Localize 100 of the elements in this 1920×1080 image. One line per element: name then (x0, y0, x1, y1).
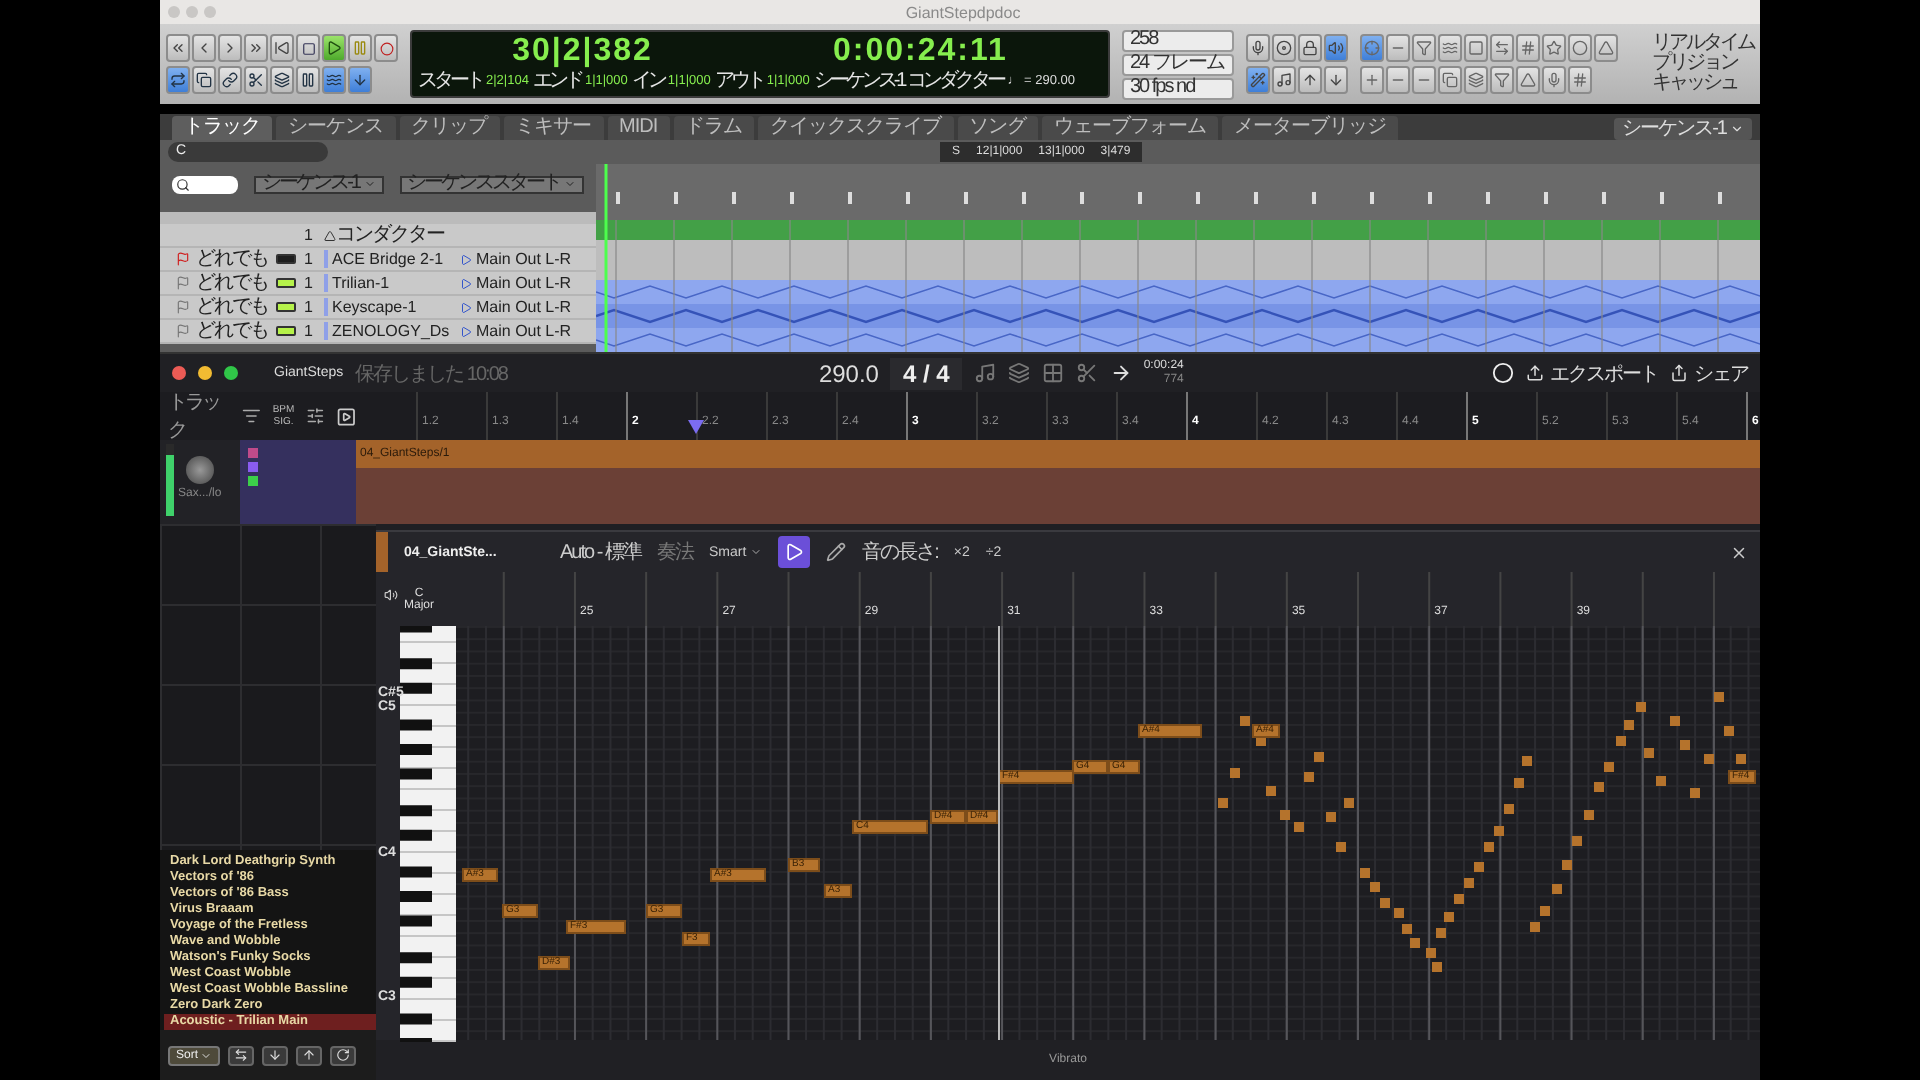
down-button[interactable] (262, 1045, 289, 1065)
track-row[interactable]: どれでも 1 Trilian-1 Main Out L-R (160, 272, 596, 296)
circle-icon[interactable] (1492, 362, 1514, 384)
flag-icon[interactable] (176, 324, 190, 338)
toolbar-button[interactable] (1272, 66, 1296, 94)
track-row[interactable]: どれでも 1 ZENOLOGY_Ds Main Out L-R (160, 320, 596, 344)
toolbar-button[interactable] (1324, 34, 1348, 62)
play-button[interactable] (322, 34, 346, 62)
toolbar-button[interactable] (1490, 34, 1514, 62)
toolbar-button[interactable] (1490, 66, 1514, 94)
output-label[interactable]: Main Out L-R (476, 250, 572, 268)
toolbar-button[interactable] (1464, 66, 1488, 94)
tab[interactable]: クイックスクライブ (758, 116, 954, 140)
toolbar-button[interactable] (1438, 34, 1462, 62)
pencil-icon[interactable] (826, 542, 847, 562)
toolbar-button[interactable] (1272, 34, 1296, 62)
toolbar-button[interactable] (1246, 34, 1270, 62)
toolbar-button[interactable] (296, 66, 320, 94)
close-button[interactable] (1730, 543, 1748, 561)
output-label[interactable]: Main Out L-R (476, 274, 572, 292)
time-signature[interactable]: 4 / 4 (890, 357, 962, 389)
flag-icon[interactable] (176, 300, 190, 314)
fast-forward-button[interactable] (244, 34, 268, 62)
input-label[interactable]: どれでも (196, 296, 268, 318)
sequence-menu[interactable]: シーケンス-1 (813, 70, 904, 92)
flag-icon[interactable] (176, 276, 190, 290)
timeline-drawing[interactable] (596, 164, 1760, 352)
list-icon[interactable] (241, 406, 261, 426)
pointer-tool-button[interactable] (778, 536, 811, 568)
track-row[interactable]: どれでも 1 Keyscape-1 Main Out L-R (160, 296, 596, 320)
playhead-marker-icon[interactable] (688, 420, 704, 434)
record-button[interactable] (374, 34, 398, 62)
play-square-icon[interactable] (335, 405, 356, 427)
refresh-button[interactable] (330, 1045, 357, 1065)
stop-button[interactable] (296, 34, 320, 62)
piano-keyboard-drawing[interactable] (400, 626, 456, 1042)
track-name[interactable]: コンダクター (336, 224, 444, 246)
toolbar-button[interactable] (1438, 66, 1462, 94)
layers-icon[interactable] (1007, 362, 1030, 384)
toolbar-button[interactable] (1568, 34, 1592, 62)
arrow-right-icon[interactable] (1109, 362, 1132, 384)
toolbar-button[interactable] (1324, 66, 1348, 94)
track-row[interactable]: どれでも 1 ACE Bridge 2-1 Main Out L-R (160, 248, 596, 272)
maximize-window-icon[interactable] (224, 366, 238, 380)
mode-dropdown[interactable]: Auto - 標準 (560, 538, 641, 566)
settings-field[interactable]: 24 フレーム (1122, 53, 1234, 75)
export-button[interactable]: エクスポート (1526, 359, 1658, 387)
settings-field[interactable]: 258 (1122, 29, 1234, 51)
toolbar-button[interactable] (244, 66, 268, 94)
toolbar-button[interactable] (1298, 66, 1322, 94)
scissors-icon[interactable] (1075, 362, 1098, 384)
track-name[interactable]: ZENOLOGY_Ds (332, 322, 450, 340)
tab[interactable]: MIDI (607, 116, 670, 140)
toolbar-button[interactable] (1542, 34, 1566, 62)
toolbar-button[interactable] (1412, 34, 1436, 62)
sequence-menu[interactable]: シーケンス-1 (1614, 118, 1752, 140)
toolbar-button[interactable] (218, 66, 242, 94)
rewind-button[interactable] (166, 34, 190, 62)
pause-button[interactable] (348, 34, 372, 62)
tab[interactable]: ソング (957, 116, 1039, 140)
input-label[interactable]: どれでも (196, 248, 268, 270)
toolbar-button[interactable] (1298, 34, 1322, 62)
toolbar-button[interactable] (1246, 66, 1270, 94)
tab[interactable]: ミキサー (503, 116, 603, 140)
tab[interactable]: ドラム (673, 116, 755, 140)
track-row[interactable]: 1 コンダクター (160, 224, 596, 248)
toolbar-button[interactable] (322, 66, 346, 94)
toolbar-button[interactable] (1568, 66, 1592, 94)
tab[interactable]: ウェーブフォーム (1042, 116, 1219, 140)
output-label[interactable]: Main Out L-R (476, 322, 572, 340)
grid-icon[interactable] (1041, 362, 1064, 384)
track-name[interactable]: ACE Bridge 2-1 (332, 250, 444, 268)
tab[interactable]: シーケンス (276, 116, 395, 140)
toolbar-button[interactable] (166, 66, 190, 94)
filter-dropdown[interactable]: シーケンス-1 (254, 175, 383, 193)
settings-field[interactable]: 30 fps nd (1122, 77, 1234, 99)
instrument-avatar[interactable] (185, 456, 214, 484)
track-name[interactable]: Trilian-1 (332, 274, 390, 292)
sliders-icon[interactable] (306, 406, 326, 426)
search-field[interactable] (172, 175, 239, 193)
up-button[interactable] (296, 1045, 323, 1065)
toolbar-button[interactable] (192, 66, 216, 94)
minimize-window-icon[interactable] (198, 366, 212, 380)
output-label[interactable]: Main Out L-R (476, 298, 572, 316)
share-button[interactable]: シェア (1670, 359, 1748, 387)
input-label[interactable]: どれでも (196, 272, 268, 294)
toolbar-button[interactable] (1516, 34, 1540, 62)
shuffle-button[interactable] (228, 1045, 255, 1065)
input-label[interactable]: どれでも (196, 320, 268, 342)
close-window-icon[interactable] (172, 366, 186, 380)
tab[interactable]: メーターブリッジ (1222, 116, 1399, 140)
tempo-value[interactable]: 290.0 (818, 359, 879, 387)
toolbar-button[interactable] (270, 66, 294, 94)
return-button[interactable] (270, 34, 294, 62)
filter-dropdown[interactable]: シーケンススタート (399, 175, 584, 193)
tab[interactable]: トラック (172, 116, 272, 140)
track-name[interactable]: Keyscape-1 (332, 298, 417, 316)
speaker-icon[interactable] (384, 588, 398, 602)
flag-icon[interactable] (176, 252, 190, 266)
tab[interactable]: クリップ (399, 116, 499, 140)
